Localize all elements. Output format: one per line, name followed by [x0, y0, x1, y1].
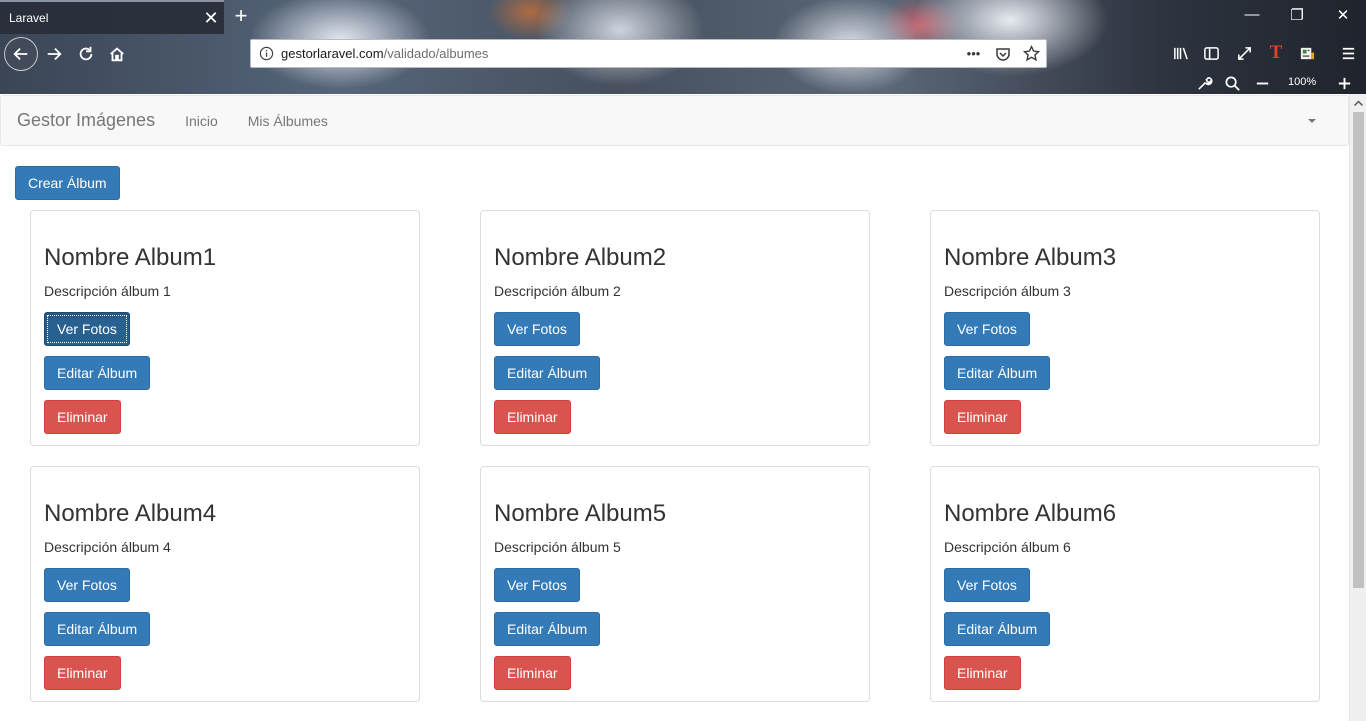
- edit-album-button[interactable]: Editar Álbum: [494, 356, 601, 390]
- album-card: Nombre Album1 Descripción álbum 1 Ver Fo…: [30, 210, 420, 446]
- forward-button[interactable]: [40, 40, 68, 68]
- home-button[interactable]: [103, 40, 131, 68]
- album-card: Nombre Album3 Descripción álbum 3 Ver Fo…: [930, 210, 1320, 446]
- album-description: Descripción álbum 6: [944, 539, 1071, 555]
- back-button[interactable]: [4, 37, 38, 71]
- zoom-in-icon[interactable]: [1331, 70, 1357, 96]
- edit-album-button[interactable]: Editar Álbum: [44, 612, 151, 646]
- album-card: Nombre Album2 Descripción álbum 2 Ver Fo…: [480, 210, 870, 446]
- album-title: Nombre Album6: [944, 500, 1117, 527]
- album-description: Descripción álbum 1: [44, 283, 171, 299]
- app-navbar: Gestor Imágenes Inicio Mis Álbumes: [0, 95, 1349, 146]
- vertical-scrollbar[interactable]: [1349, 94, 1366, 721]
- tab-close-icon[interactable]: ✕: [198, 9, 224, 27]
- page-actions-icon[interactable]: •••: [959, 46, 988, 61]
- album-title: Nombre Album2: [494, 244, 667, 271]
- bookmark-star-icon[interactable]: [1017, 45, 1046, 62]
- album-title: Nombre Album3: [944, 244, 1117, 271]
- scrollbar-thumb[interactable]: [1353, 112, 1364, 588]
- album-title: Nombre Album4: [44, 500, 217, 527]
- new-tab-icon[interactable]: +: [231, 5, 251, 27]
- album-description: Descripción álbum 3: [944, 283, 1071, 299]
- delete-album-button[interactable]: Eliminar: [494, 656, 571, 690]
- edit-album-button[interactable]: Editar Álbum: [494, 612, 601, 646]
- browser-chrome: Laravel ✕ + — ❐ ✕ gestorlaravel.com /val…: [0, 0, 1366, 94]
- album-description: Descripción álbum 4: [44, 539, 171, 555]
- album-card: Nombre Album6 Descripción álbum 6 Ver Fo…: [930, 466, 1320, 702]
- url-host: gestorlaravel.com: [281, 46, 384, 61]
- translate-extension-icon[interactable]: T: [1263, 40, 1289, 66]
- home-icon: [110, 47, 124, 62]
- delete-album-button[interactable]: Eliminar: [494, 400, 571, 434]
- window-close-icon[interactable]: ✕: [1323, 6, 1363, 24]
- album-title: Nombre Album1: [44, 244, 217, 271]
- view-photos-button[interactable]: Ver Fotos: [494, 568, 580, 602]
- fullscreen-icon[interactable]: [1231, 40, 1257, 66]
- pocket-icon[interactable]: [988, 46, 1017, 62]
- extension-icon[interactable]: [1294, 40, 1320, 66]
- delete-album-button[interactable]: Eliminar: [944, 400, 1021, 434]
- back-arrow-icon: [13, 47, 28, 61]
- user-dropdown-caret-icon[interactable]: [1308, 118, 1316, 123]
- url-path: /validado/albumes: [383, 46, 489, 61]
- reload-icon: [79, 46, 93, 61]
- nav-link-inicio[interactable]: Inicio: [185, 113, 218, 129]
- navbar-brand[interactable]: Gestor Imágenes: [17, 110, 155, 131]
- devtools-wrench-icon[interactable]: [1191, 70, 1217, 96]
- nav-link-mis-albumes[interactable]: Mis Álbumes: [248, 113, 328, 129]
- library-icon[interactable]: [1167, 40, 1193, 66]
- edit-album-button[interactable]: Editar Álbum: [944, 612, 1051, 646]
- restore-icon[interactable]: ❐: [1277, 6, 1317, 24]
- album-grid: Nombre Album1 Descripción álbum 1 Ver Fo…: [30, 210, 1320, 702]
- view-photos-button[interactable]: Ver Fotos: [44, 312, 130, 346]
- browser-tab[interactable]: Laravel ✕: [0, 0, 224, 34]
- page-content: Gestor Imágenes Inicio Mis Álbumes Crear…: [0, 94, 1366, 721]
- tab-title: Laravel: [9, 11, 49, 25]
- delete-album-button[interactable]: Eliminar: [44, 656, 121, 690]
- zoom-search-icon[interactable]: [1219, 70, 1245, 96]
- zoom-out-icon[interactable]: [1249, 70, 1275, 96]
- album-card: Nombre Album5 Descripción álbum 5 Ver Fo…: [480, 466, 870, 702]
- edit-album-button[interactable]: Editar Álbum: [944, 356, 1051, 390]
- edit-album-button[interactable]: Editar Álbum: [44, 356, 151, 390]
- scroll-up-arrow-icon[interactable]: [1350, 94, 1366, 111]
- minimize-icon[interactable]: —: [1232, 6, 1272, 23]
- reload-button[interactable]: [72, 40, 100, 68]
- view-photos-button[interactable]: Ver Fotos: [44, 568, 130, 602]
- url-bar[interactable]: gestorlaravel.com /validado/albumes •••: [250, 39, 1047, 68]
- info-icon[interactable]: [251, 46, 281, 61]
- view-photos-button[interactable]: Ver Fotos: [494, 312, 580, 346]
- view-photos-button[interactable]: Ver Fotos: [944, 568, 1030, 602]
- zoom-level[interactable]: 100%: [1288, 76, 1316, 88]
- album-description: Descripción álbum 5: [494, 539, 621, 555]
- create-album-button[interactable]: Crear Álbum: [15, 166, 120, 200]
- menu-icon[interactable]: [1335, 40, 1361, 66]
- forward-arrow-icon: [47, 47, 62, 61]
- album-title: Nombre Album5: [494, 500, 667, 527]
- view-photos-button[interactable]: Ver Fotos: [944, 312, 1030, 346]
- sidebar-icon[interactable]: [1198, 40, 1224, 66]
- album-description: Descripción álbum 2: [494, 283, 621, 299]
- delete-album-button[interactable]: Eliminar: [44, 400, 121, 434]
- delete-album-button[interactable]: Eliminar: [944, 656, 1021, 690]
- album-card: Nombre Album4 Descripción álbum 4 Ver Fo…: [30, 466, 420, 702]
